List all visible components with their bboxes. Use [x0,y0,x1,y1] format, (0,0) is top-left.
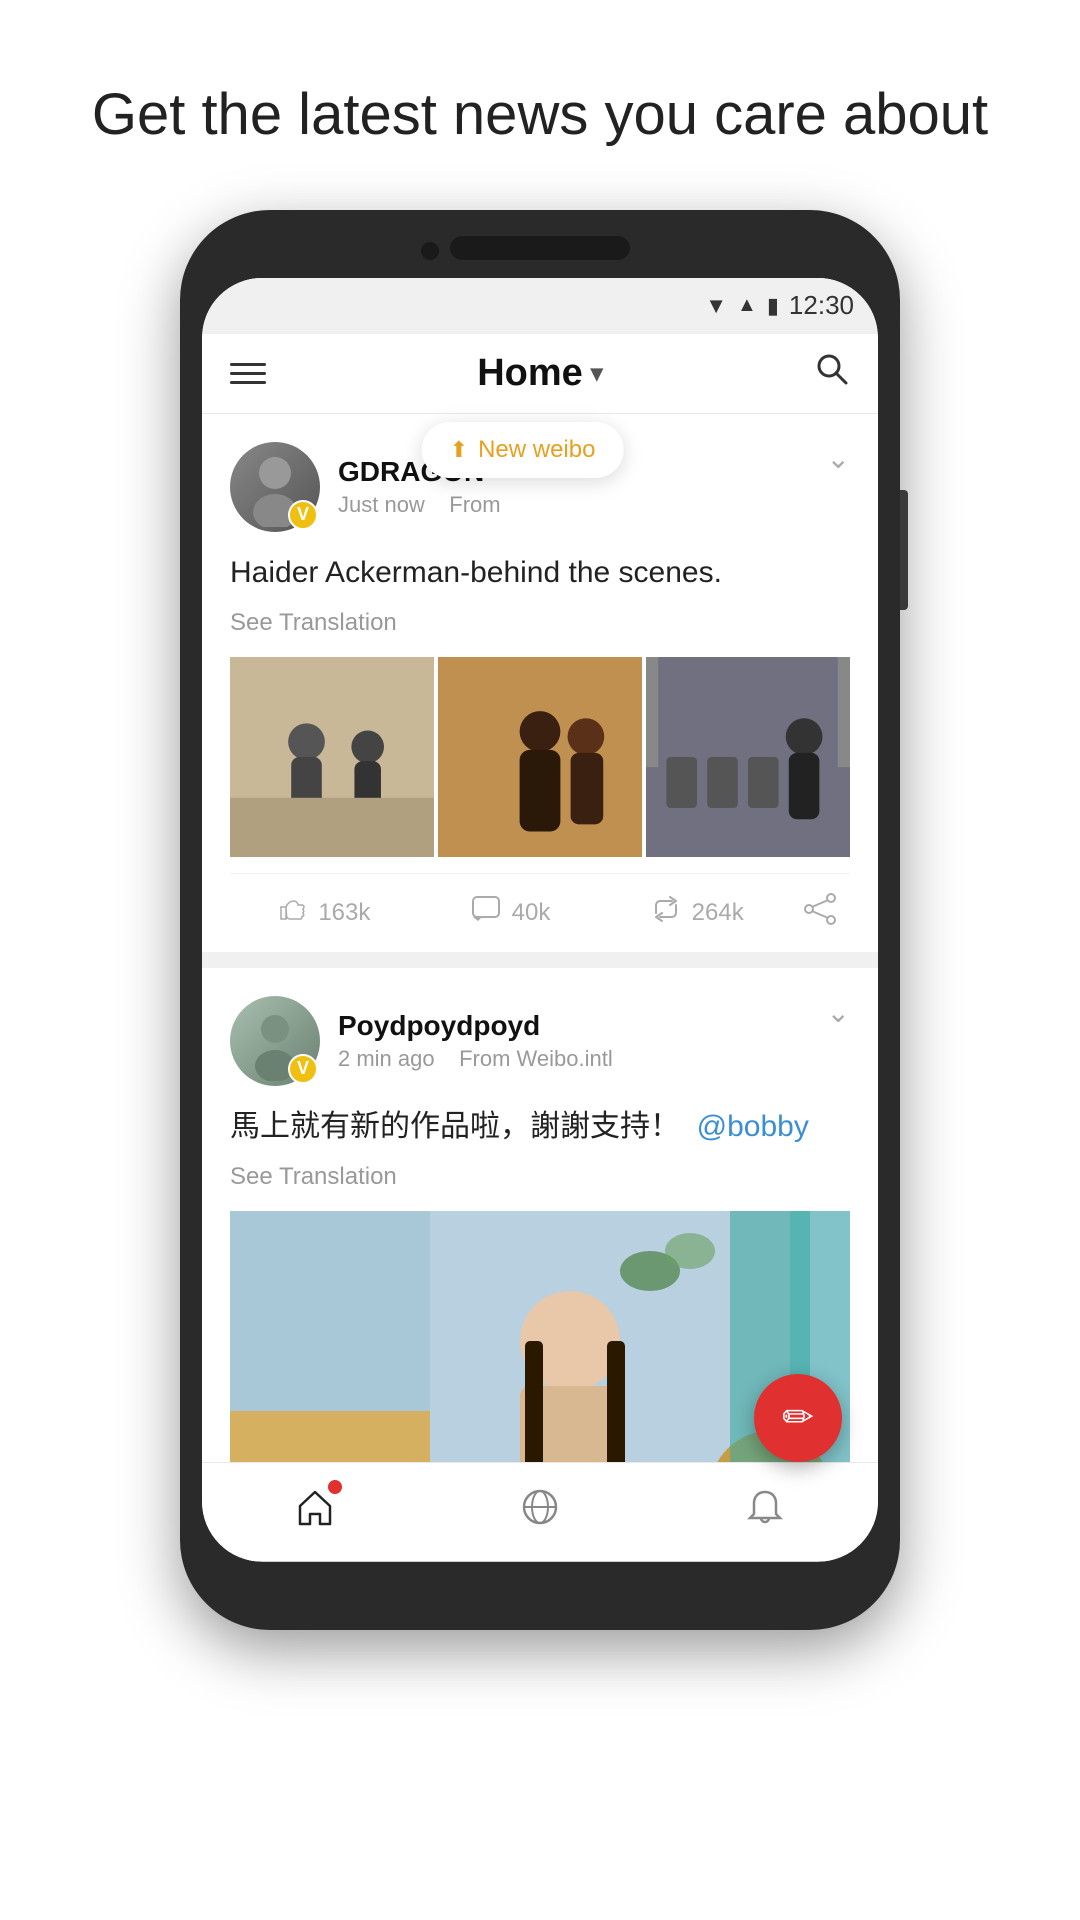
status-icons: ▼ ▲ ▮ 12:30 [705,290,854,321]
post-text: Haider Ackerman-behind the scenes. [230,550,850,595]
search-button[interactable] [814,351,850,396]
post-expand-button[interactable]: ⌄ [827,442,850,475]
post-header: V Poydpoydpoyd 2 min ago From Weibo.intl [230,996,850,1086]
wifi-icon: ▼ [705,293,727,319]
post-time: 2 min ago [338,1046,435,1071]
avatar-wrap: V [230,996,320,1086]
post-mention[interactable]: @bobby [697,1110,809,1143]
new-weibo-toast[interactable]: ⬆ New weibo [422,422,624,478]
signal-icon: ▲ [737,294,757,317]
screen-content: ▼ ▲ ▮ 12:30 Home ▾ [202,278,878,1562]
share-icon [803,892,837,934]
post-source: From [449,492,500,517]
see-translation-button[interactable]: See Translation [230,1163,850,1191]
comment-count: 40k [512,899,551,927]
phone-device: ▼ ▲ ▮ 12:30 Home ▾ [180,210,900,1630]
post-text-content: 馬上就有新的作品啦，謝謝支持！ [230,1110,680,1143]
post-expand-button[interactable]: ⌄ [827,996,850,1029]
like-action[interactable]: 163k [230,893,417,933]
page-headline: Get the latest news you care about [0,0,1080,210]
nav-title-text: Home [477,352,583,395]
share-action[interactable] [790,892,850,934]
top-navigation: Home ▾ [202,334,878,414]
phone-screen: ▼ ▲ ▮ 12:30 Home ▾ [202,278,878,1562]
repost-icon [650,893,682,933]
notification-icon [744,1486,786,1538]
see-translation-button[interactable]: See Translation [230,609,850,637]
status-time: 12:30 [789,290,854,321]
comment-icon [470,893,502,933]
avatar-wrap: V [230,442,320,532]
like-icon [276,893,308,933]
home-icon [294,1486,336,1538]
bottom-nav-home[interactable] [294,1486,336,1538]
author-name: Poydpoydpoyd [338,1010,613,1042]
battery-icon: ▮ [767,293,779,319]
toast-arrow-icon: ⬆ [450,437,468,463]
toast-label: New weibo [478,436,595,464]
repost-count: 264k [692,899,744,927]
post-time-source: Just now From [338,492,501,518]
status-bar: ▼ ▲ ▮ 12:30 [202,278,878,334]
verified-badge: V [288,1054,318,1084]
post-image-2[interactable] [438,657,642,857]
menu-button[interactable] [230,363,266,384]
nav-title[interactable]: Home ▾ [477,352,603,395]
post-meta: Poydpoydpoyd 2 min ago From Weibo.intl [338,1010,613,1072]
post-time-source: 2 min ago From Weibo.intl [338,1046,613,1072]
post-time: Just now [338,492,425,517]
verified-badge: V [288,500,318,530]
bottom-nav-notifications[interactable] [744,1486,786,1538]
post-image-1[interactable] [230,657,434,857]
comment-action[interactable]: 40k [417,893,604,933]
volume-button [900,490,908,610]
post-image-grid [230,657,850,857]
bottom-navigation [202,1462,878,1562]
nav-dropdown-arrow: ▾ [591,359,603,388]
explore-icon [519,1486,561,1538]
menu-line-2 [230,372,266,375]
menu-line-3 [230,381,266,384]
post-source: From Weibo.intl [459,1046,613,1071]
post-actions: 163k 40k [230,873,850,952]
home-notification-dot [328,1480,342,1494]
post-header-left: V Poydpoydpoyd 2 min ago From Weibo.intl [230,996,613,1086]
post-image-3[interactable] [646,657,850,857]
bottom-nav-explore[interactable] [519,1486,561,1538]
post-text: 馬上就有新的作品啦，謝謝支持！ @bobby [230,1104,850,1149]
post-card: V GDRAGON Just now From [202,414,878,952]
repost-action[interactable]: 264k [603,893,790,933]
compose-icon: ✏ [782,1395,814,1440]
compose-fab[interactable]: ✏ [754,1374,842,1462]
menu-line-1 [230,363,266,366]
like-count: 163k [318,899,370,927]
